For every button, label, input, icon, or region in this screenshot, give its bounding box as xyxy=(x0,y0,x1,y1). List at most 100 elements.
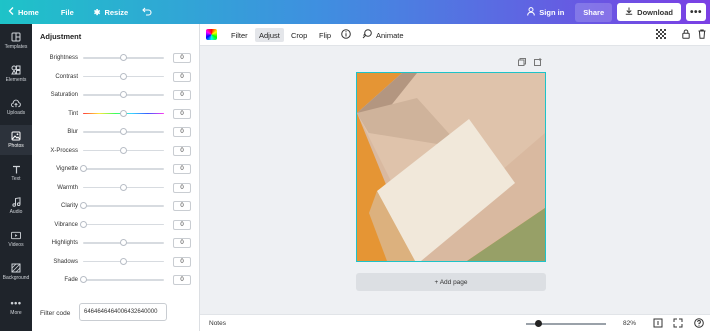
slider-knob[interactable] xyxy=(120,257,127,265)
adjustment-slider[interactable] xyxy=(79,202,164,210)
sign-in-button[interactable]: Sign in xyxy=(521,0,570,24)
adjustment-row-highlights: Highlights 0 xyxy=(32,236,200,250)
transparency-button[interactable] xyxy=(652,28,670,42)
adjustment-slider[interactable] xyxy=(79,276,164,284)
adjustment-slider[interactable] xyxy=(83,239,164,247)
slider-knob[interactable] xyxy=(79,276,87,284)
adjustment-row-contrast: Contrast 0 xyxy=(32,70,200,84)
adjustment-slider[interactable] xyxy=(79,220,164,228)
add-page-icon[interactable] xyxy=(534,58,542,68)
adjustment-value-input[interactable]: 0 xyxy=(173,108,191,119)
adjustment-slider[interactable] xyxy=(83,257,164,265)
adjustment-row-fade: Fade 0 xyxy=(32,273,200,287)
sidebar-item-videos[interactable]: Videos xyxy=(0,224,32,254)
file-menu[interactable]: File xyxy=(47,0,82,24)
adjustment-slider[interactable] xyxy=(83,183,164,191)
adjustment-value-input[interactable]: 0 xyxy=(173,127,191,137)
adjustment-slider[interactable] xyxy=(83,91,164,99)
animate-icon xyxy=(362,29,372,41)
sidebar-item-audio[interactable]: Audio xyxy=(0,191,32,221)
duplicate-page-icon[interactable] xyxy=(518,58,526,68)
slider-knob[interactable] xyxy=(120,239,127,247)
adjustment-value-input[interactable]: 0 xyxy=(173,53,191,63)
add-page-button[interactable]: + Add page xyxy=(356,273,546,291)
filter-code-input[interactable]: 6464646464006432640000 xyxy=(79,303,167,321)
bottom-bar: Notes 82% xyxy=(200,314,710,331)
adjustment-slider[interactable] xyxy=(83,146,164,154)
adjustment-label: Blur xyxy=(67,129,78,135)
zoom-level[interactable]: 82% xyxy=(623,320,636,327)
slider-knob[interactable] xyxy=(120,91,127,99)
adjustment-value-input[interactable]: 0 xyxy=(173,256,191,267)
uploads-icon xyxy=(11,98,21,108)
zoom-slider-knob[interactable] xyxy=(534,320,542,327)
sidebar-item-photos[interactable]: Photos xyxy=(0,125,32,155)
slider-knob[interactable] xyxy=(79,165,87,173)
share-label: Share xyxy=(583,7,605,17)
sidebar-item-uploads[interactable]: Uploads xyxy=(0,92,32,122)
sidebar-item-elements[interactable]: Elements xyxy=(0,59,32,89)
adjustment-slider[interactable] xyxy=(83,128,164,136)
slider-knob[interactable] xyxy=(120,183,127,191)
adjustment-label: Contrast xyxy=(55,73,78,80)
adjustment-value-input[interactable]: 0 xyxy=(173,219,191,230)
adjustment-label: Highlights xyxy=(51,240,78,246)
more-options-button[interactable]: ••• xyxy=(686,3,706,21)
crop-button[interactable]: Crop xyxy=(287,28,311,42)
adjustment-value-input[interactable]: 0 xyxy=(173,164,191,174)
page-count-icon[interactable] xyxy=(653,318,663,330)
adjustment-row-tint: Tint 0 xyxy=(32,107,200,121)
filter-button[interactable]: Filter xyxy=(227,28,252,42)
adjustment-slider[interactable] xyxy=(83,72,164,80)
zoom-slider[interactable] xyxy=(526,320,606,327)
sidebar-item-templates[interactable]: Templates xyxy=(0,26,32,56)
adjustment-label: Vignette xyxy=(56,166,78,172)
slider-knob[interactable] xyxy=(120,72,127,80)
notes-button[interactable]: Notes xyxy=(209,320,226,327)
slider-knob[interactable] xyxy=(120,54,127,62)
resize-button[interactable]: ✱ Resize xyxy=(82,0,136,24)
color-picker-button[interactable] xyxy=(206,29,217,40)
adjustment-value-input[interactable]: 0 xyxy=(173,182,191,193)
slider-knob[interactable] xyxy=(120,128,127,136)
adjustment-value-input[interactable]: 0 xyxy=(173,145,191,156)
share-button[interactable]: Share xyxy=(575,2,613,22)
home-button[interactable]: Home xyxy=(0,0,47,24)
adjustment-value-input[interactable]: 0 xyxy=(173,238,191,248)
fullscreen-icon[interactable] xyxy=(673,318,683,330)
adjustment-value-input[interactable]: 0 xyxy=(173,275,191,285)
sidebar-item-more[interactable]: ••• More xyxy=(0,292,32,322)
file-label: File xyxy=(60,7,74,17)
adjust-button[interactable]: Adjust xyxy=(255,28,284,42)
delete-button[interactable] xyxy=(694,28,710,42)
adjustment-value-input[interactable]: 0 xyxy=(173,71,191,82)
adjustment-row-clarity: Clarity 0 xyxy=(32,199,200,213)
animate-button[interactable]: Animate xyxy=(358,28,408,42)
sidebar-item-background[interactable]: Background xyxy=(0,257,32,287)
slider-knob[interactable] xyxy=(120,109,127,117)
download-icon xyxy=(625,7,633,17)
sidebar-item-text[interactable]: Text xyxy=(0,158,32,188)
undo-button[interactable] xyxy=(136,0,160,24)
adjustment-row-blur: Blur 0 xyxy=(32,125,200,139)
info-button[interactable] xyxy=(337,28,355,42)
adjustment-value-input[interactable]: 0 xyxy=(173,201,191,211)
download-button[interactable]: Download xyxy=(617,3,681,21)
adjustment-label: Fade xyxy=(64,277,78,283)
help-icon[interactable] xyxy=(694,318,704,330)
adjustment-row-vibrance: Vibrance 0 xyxy=(32,218,200,232)
top-bar: Home File ✱ Resize Sign in Share Downloa… xyxy=(0,0,710,24)
transparency-icon xyxy=(656,29,666,41)
adjustment-slider[interactable] xyxy=(83,109,164,117)
design-page[interactable] xyxy=(356,72,546,262)
elements-icon xyxy=(11,65,21,75)
flip-button[interactable]: Flip xyxy=(315,28,335,42)
adjustment-slider[interactable] xyxy=(83,54,164,62)
slider-knob[interactable] xyxy=(120,146,127,154)
slider-knob[interactable] xyxy=(79,202,87,210)
lock-button[interactable] xyxy=(678,28,694,42)
adjustment-value-input[interactable]: 0 xyxy=(173,90,191,100)
slider-knob[interactable] xyxy=(79,220,87,228)
sidebar-item-label: Audio xyxy=(9,209,23,215)
adjustment-slider[interactable] xyxy=(79,165,164,173)
